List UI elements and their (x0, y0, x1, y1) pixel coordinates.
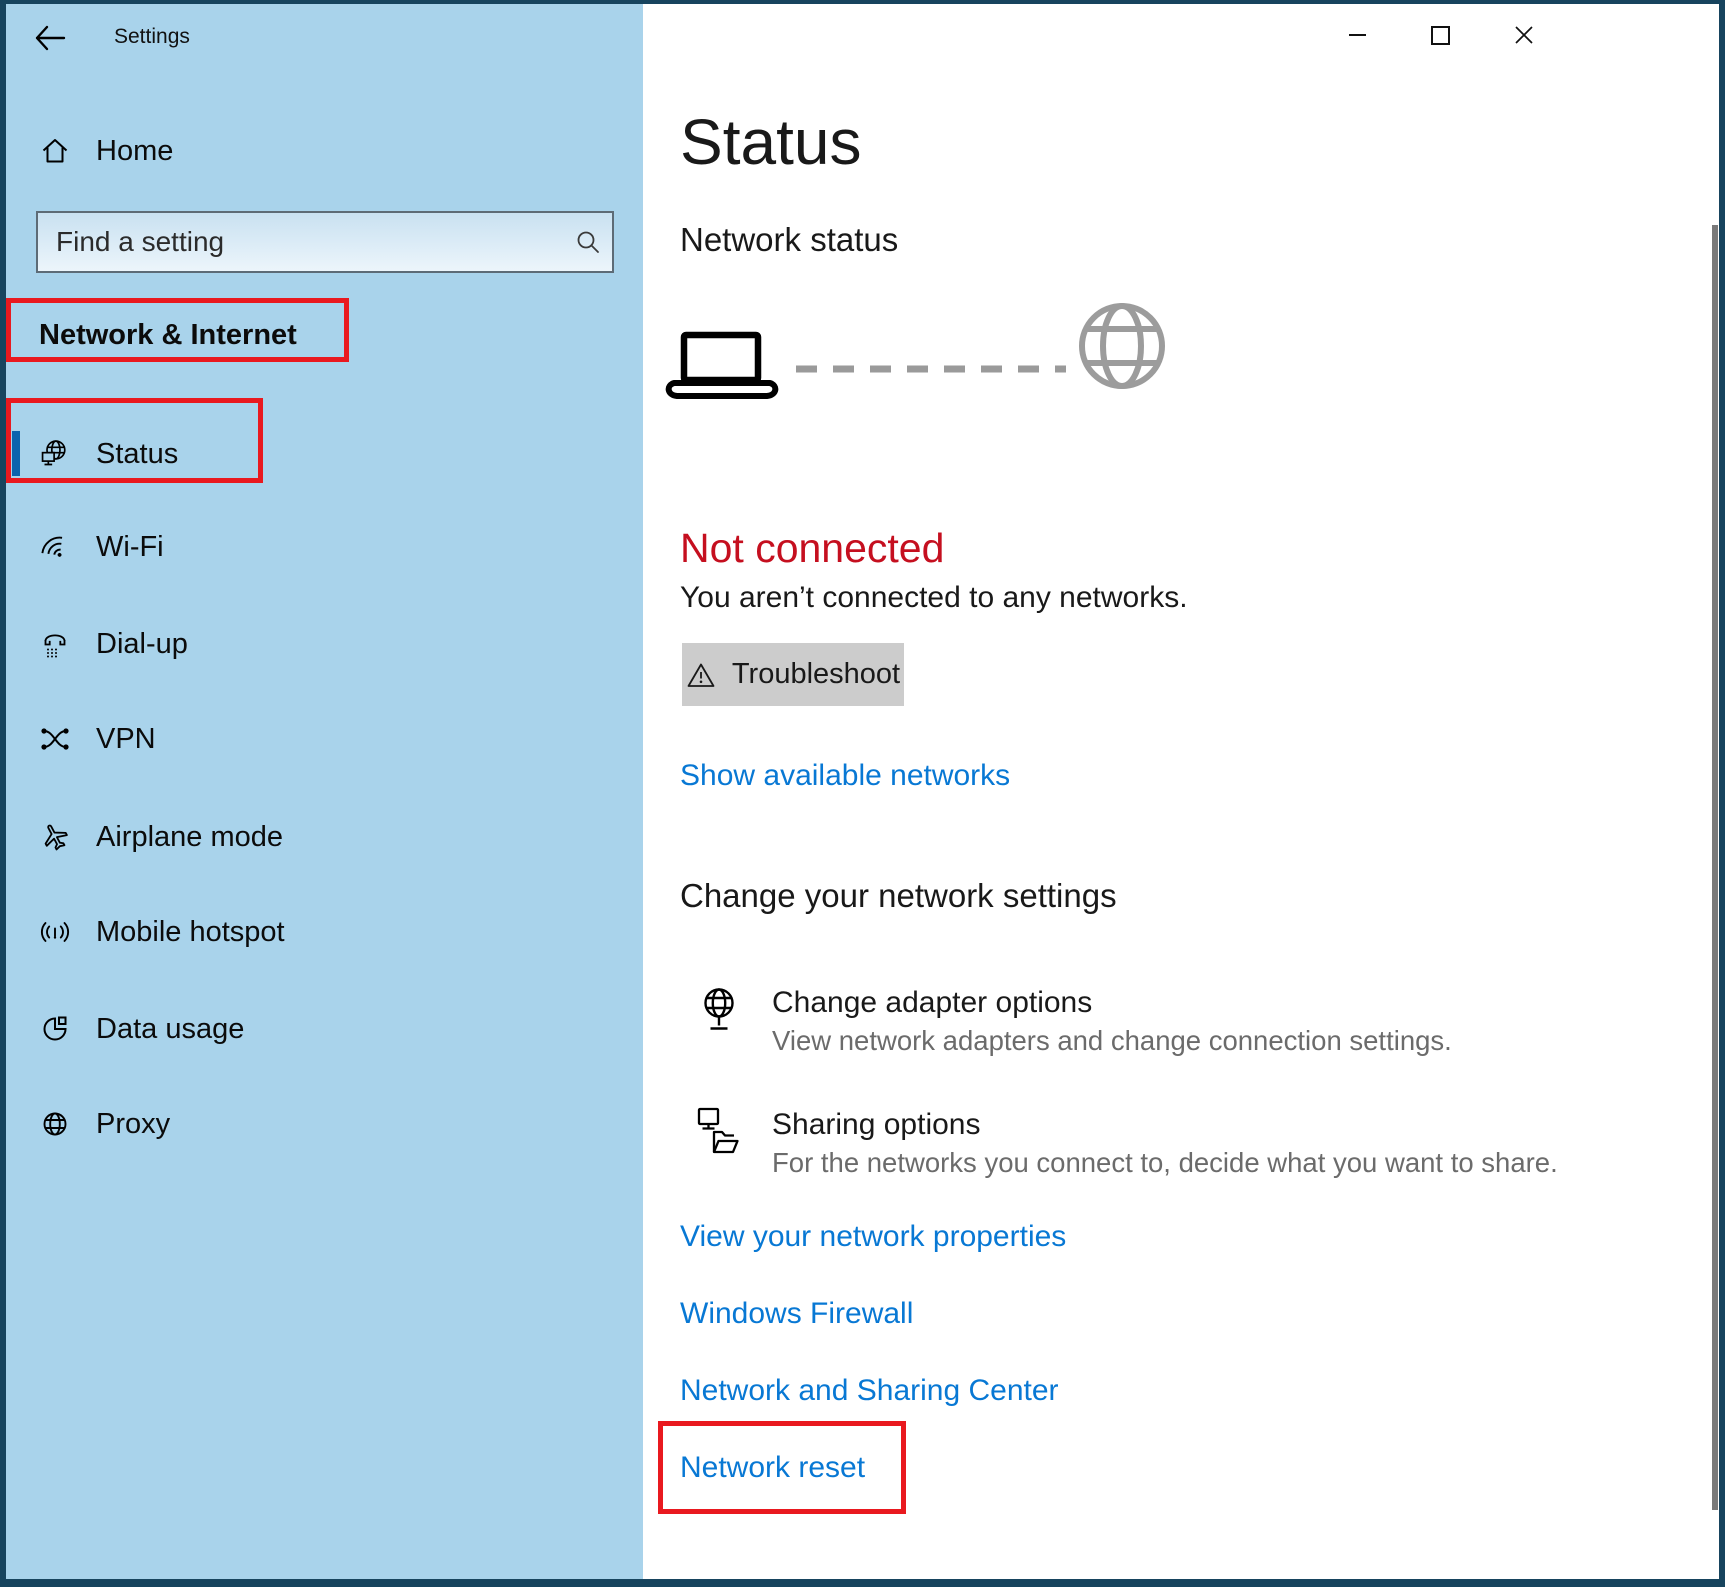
connection-description: You aren’t connected to any networks. (680, 578, 1188, 618)
sidebar-item-wifi[interactable]: Wi-Fi (36, 517, 164, 577)
sidebar-item-data-usage[interactable]: Data usage (36, 999, 244, 1059)
minimize-icon (1349, 34, 1366, 37)
sidebar-item-label: Proxy (96, 1108, 170, 1141)
sidebar-item-label: Data usage (96, 1013, 244, 1046)
show-available-networks-link[interactable]: Show available networks (680, 757, 1010, 795)
connection-state: Not connected (680, 524, 944, 572)
sharing-options-row[interactable]: Sharing options For the networks you con… (694, 1106, 1558, 1180)
sharing-printer-folder-icon (694, 1106, 744, 1158)
wifi-icon (39, 531, 71, 563)
sidebar-item-mobile-hotspot[interactable]: Mobile hotspot (36, 902, 285, 962)
home-icon (39, 135, 71, 167)
airplane-icon (39, 821, 71, 853)
sidebar-item-status[interactable]: Status (36, 424, 178, 484)
minimize-button[interactable] (1332, 10, 1382, 60)
globe-icon (39, 1108, 71, 1140)
laptop-icon (660, 330, 784, 408)
network-reset-link[interactable]: Network reset (680, 1449, 865, 1487)
sidebar-item-airplane-mode[interactable]: Airplane mode (36, 807, 283, 867)
sidebar-item-dialup[interactable]: Dial-up (36, 614, 188, 674)
app-title: Settings (114, 24, 190, 50)
sidebar-item-label: Mobile hotspot (96, 916, 285, 949)
network-status-heading: Network status (680, 218, 898, 262)
search-icon (564, 228, 612, 256)
sidebar-section-title: Network & Internet (39, 319, 297, 352)
main-panel: Status Network status Not connected You … (643, 4, 1719, 1579)
row-description: View network adapters and change connect… (772, 1023, 1452, 1058)
windows-firewall-link[interactable]: Windows Firewall (680, 1295, 913, 1333)
sidebar-item-label: Dial-up (96, 628, 188, 661)
sidebar-item-label: Home (96, 135, 173, 168)
search-box[interactable] (36, 211, 614, 273)
maximize-button[interactable] (1415, 10, 1465, 60)
scrollbar-thumb[interactable] (1712, 225, 1718, 1510)
back-arrow-icon (34, 24, 66, 52)
sidebar-item-label: Status (96, 438, 178, 471)
sidebar-item-label: VPN (96, 723, 156, 756)
connection-dashed-line (796, 364, 1066, 374)
row-description: For the networks you connect to, decide … (772, 1145, 1558, 1180)
network-sharing-center-link[interactable]: Network and Sharing Center (680, 1372, 1059, 1410)
hotspot-icon (39, 916, 71, 948)
sidebar-item-label: Airplane mode (96, 821, 283, 854)
change-adapter-options-row[interactable]: Change adapter options View network adap… (694, 984, 1452, 1058)
row-title: Sharing options (772, 1106, 1558, 1144)
back-button[interactable] (30, 20, 70, 56)
sidebar-item-vpn[interactable]: VPN (36, 709, 156, 769)
close-button[interactable] (1499, 10, 1549, 60)
page-title: Status (680, 104, 861, 180)
vpn-icon (39, 723, 71, 755)
sidebar-item-label: Wi-Fi (96, 531, 164, 564)
internet-globe-icon (1074, 298, 1170, 394)
sidebar: Settings Home Network & Internet (6, 4, 643, 1579)
warning-icon (686, 661, 716, 689)
change-settings-heading: Change your network settings (680, 874, 1117, 918)
maximize-icon (1431, 26, 1450, 45)
search-input[interactable] (38, 226, 564, 258)
close-icon (1514, 25, 1534, 45)
sidebar-item-proxy[interactable]: Proxy (36, 1094, 170, 1154)
pie-chart-icon (39, 1013, 71, 1045)
dialup-phone-icon (39, 628, 71, 660)
adapter-globe-icon (694, 984, 744, 1036)
view-network-properties-link[interactable]: View your network properties (680, 1218, 1066, 1256)
troubleshoot-button[interactable]: Troubleshoot (682, 643, 904, 706)
row-title: Change adapter options (772, 984, 1452, 1022)
globe-monitor-icon (39, 438, 71, 470)
sidebar-item-home[interactable]: Home (36, 121, 173, 181)
troubleshoot-label: Troubleshoot (732, 658, 900, 691)
selected-item-accent-bar (12, 431, 20, 476)
